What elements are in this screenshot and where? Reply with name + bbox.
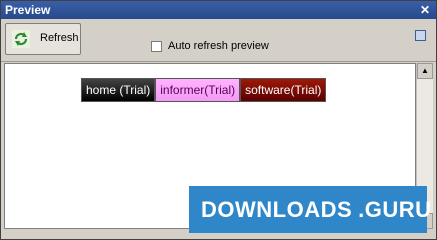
- watermark-text-guru: .GURU: [358, 197, 432, 222]
- menu-item-informer[interactable]: informer(Trial): [155, 78, 241, 102]
- refresh-button[interactable]: Refresh: [5, 23, 81, 55]
- close-icon[interactable]: ✕: [417, 3, 433, 17]
- auto-refresh-label: Auto refresh preview: [168, 40, 269, 52]
- refresh-icon: [12, 30, 30, 48]
- watermark-text-downloads: DOWNLOADS: [201, 197, 353, 222]
- preview-window: Preview ✕ Refresh Auto refresh preview h…: [0, 0, 437, 240]
- menu-item-software[interactable]: software(Trial): [240, 78, 327, 102]
- scroll-up-arrow-icon[interactable]: ▲: [417, 63, 433, 79]
- refresh-button-label: Refresh: [40, 32, 79, 44]
- window-title: Preview: [5, 3, 51, 17]
- title-bar: Preview ✕: [1, 1, 436, 19]
- panel-icon[interactable]: [415, 30, 426, 41]
- menu-item-home[interactable]: home (Trial): [81, 78, 156, 102]
- auto-refresh-checkbox[interactable]: [151, 41, 162, 52]
- watermark-logo: DOWNLOADS .GURU: [189, 186, 431, 233]
- menu-bar: home (Trial) informer(Trial) software(Tr…: [81, 78, 327, 102]
- toolbar: Refresh Auto refresh preview: [1, 20, 436, 62]
